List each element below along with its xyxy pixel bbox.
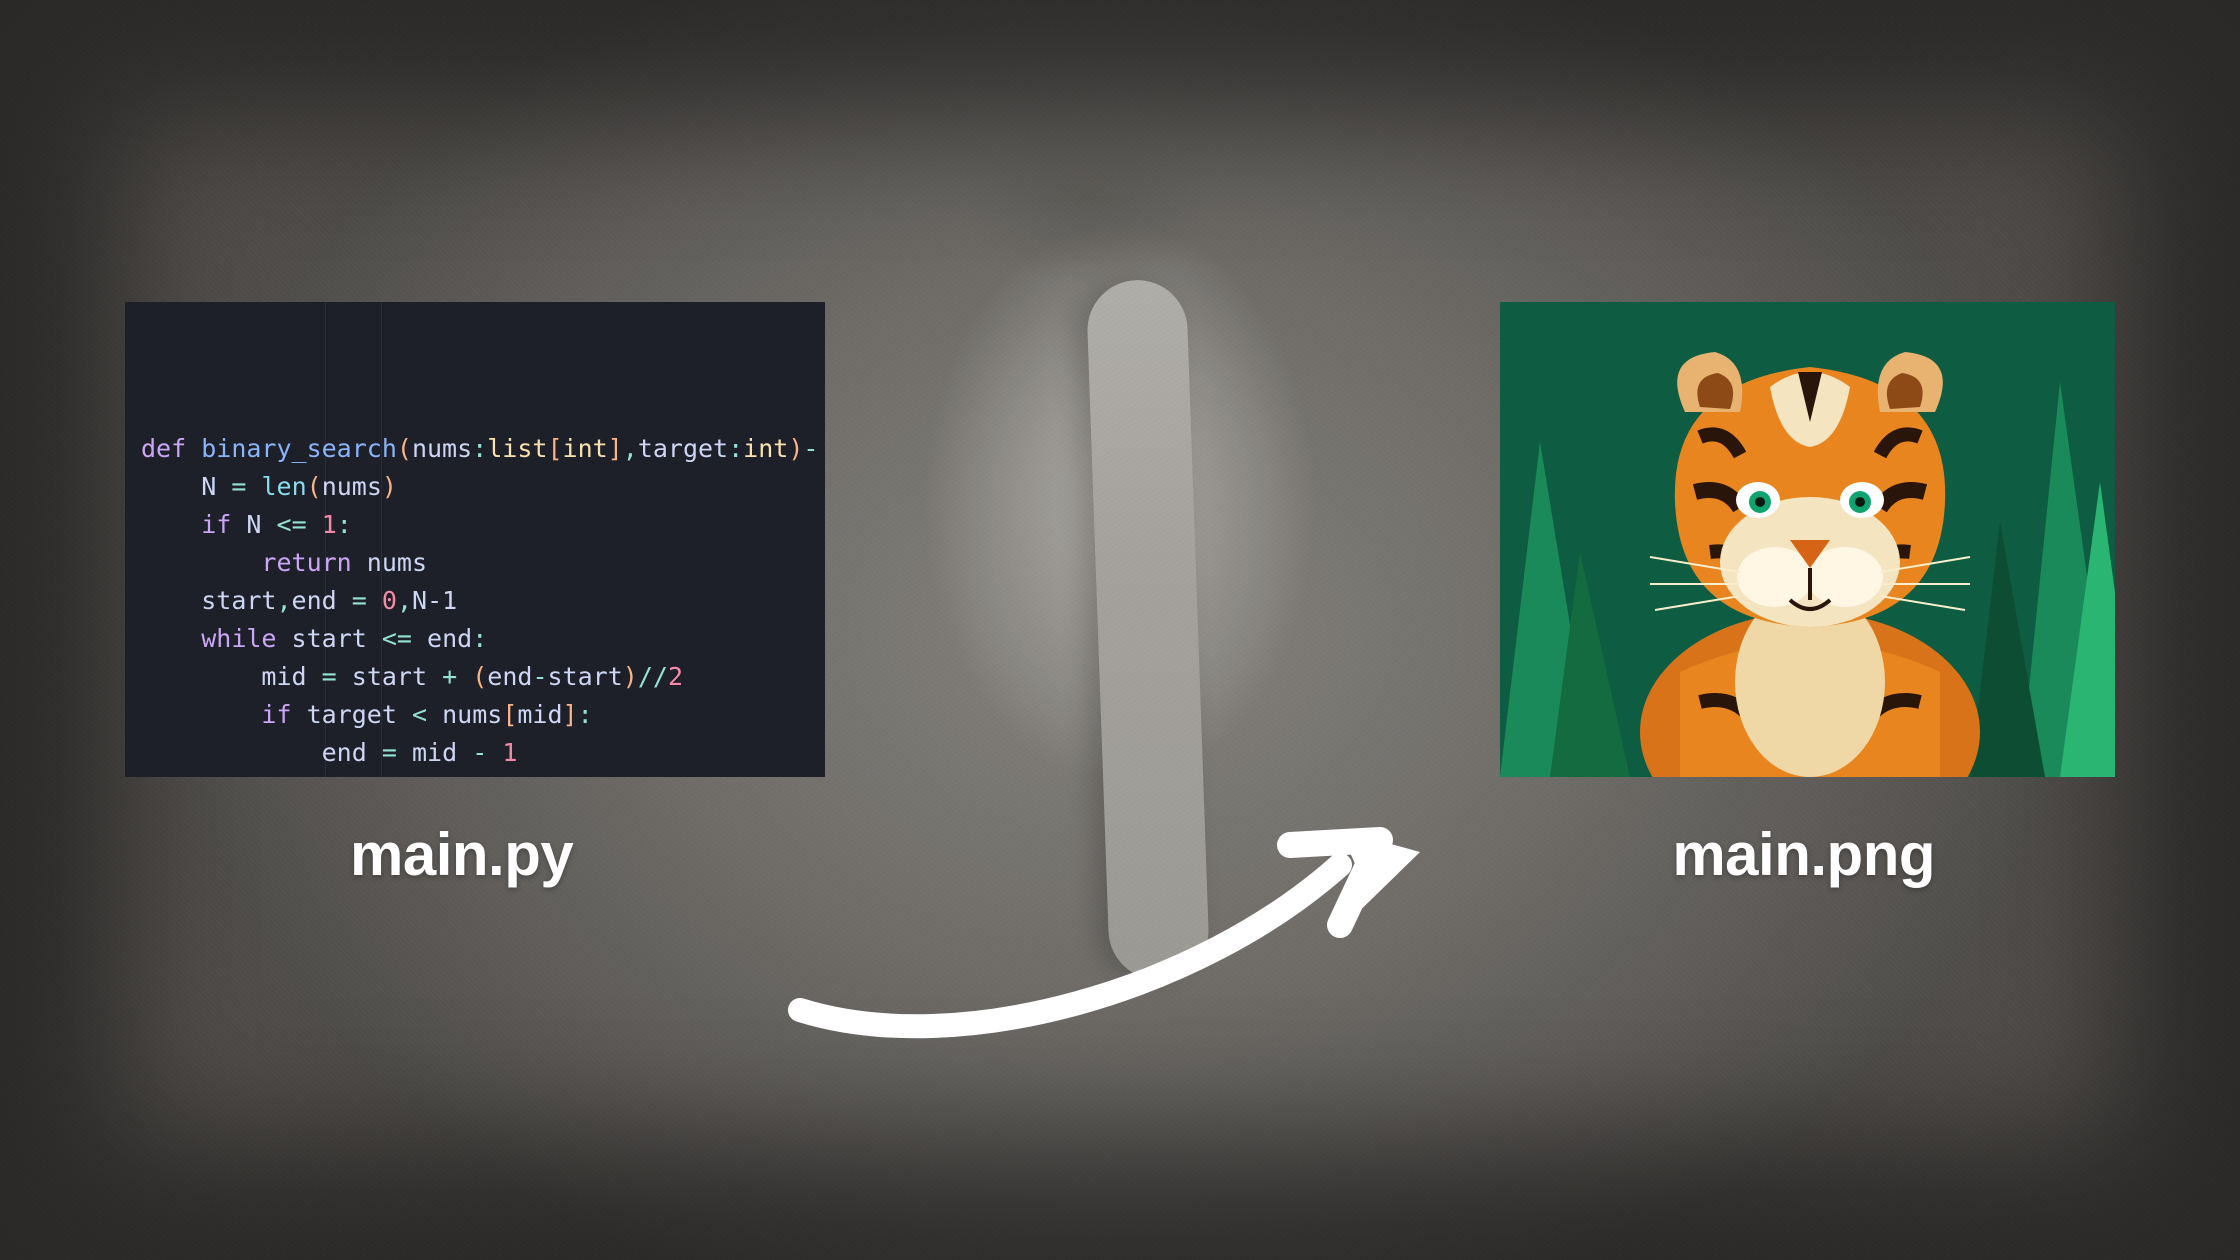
indent-guide bbox=[325, 302, 326, 777]
tiger-illustration-icon bbox=[1500, 302, 2115, 777]
output-image bbox=[1500, 302, 2115, 777]
indent-guide bbox=[381, 302, 382, 777]
label-output-file: main.png bbox=[1672, 820, 1935, 889]
keyword-def: def bbox=[141, 434, 186, 463]
label-source-file: main.py bbox=[350, 820, 573, 889]
code-editor-panel: def binary_search(nums:list[int],target:… bbox=[125, 302, 825, 777]
function-name: binary_search bbox=[201, 434, 397, 463]
arrow-icon bbox=[780, 790, 1430, 1050]
